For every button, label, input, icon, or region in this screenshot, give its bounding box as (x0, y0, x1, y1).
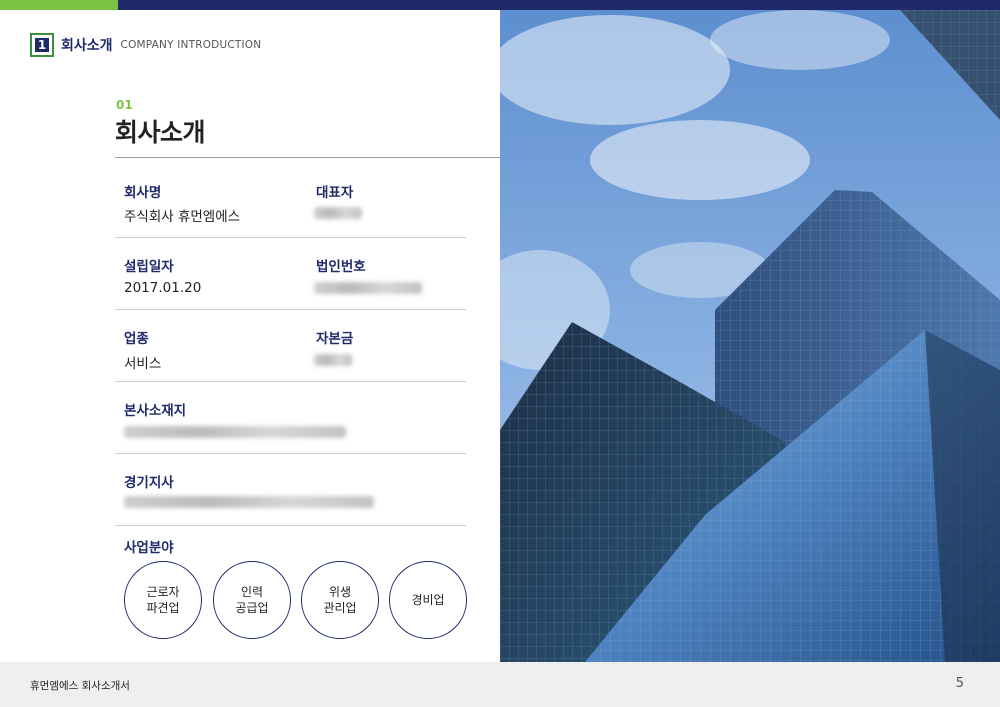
top-bar-navy-segment (118, 0, 1000, 10)
founded-value: 2017.01.20 (124, 280, 202, 296)
corp-number-label: 법인번호 (316, 259, 366, 275)
ceo-value-redacted (314, 207, 362, 219)
info-row-branch: 경기지사 (115, 454, 466, 526)
company-info-table: 회사명 주식회사 휴먼엠에스 대표자 설립일자 2017.01.20 법인번호 … (115, 158, 466, 526)
office-buildings-illustration (500, 10, 1000, 662)
business-field-circle: 경비업 (389, 561, 467, 639)
capital-value-redacted (314, 354, 352, 366)
footer-document-title: 휴먼엠에스 회사소개서 (30, 680, 130, 692)
section-title: 회사소개 (115, 118, 206, 147)
top-accent-bar (0, 0, 1000, 10)
business-field-circle: 근로자 파견업 (124, 561, 202, 639)
page-footer: 휴먼엠에스 회사소개서 5 (0, 662, 1000, 707)
branch-label: 경기지사 (124, 475, 174, 491)
business-field-circle: 위생 관리업 (301, 561, 379, 639)
company-name-value: 주식회사 휴먼엠에스 (124, 209, 241, 225)
chapter-badge: 1 (30, 33, 54, 57)
industry-value: 서비스 (124, 356, 162, 372)
info-row-headquarters: 본사소재지 (115, 382, 466, 454)
founded-label: 설립일자 (124, 259, 174, 275)
header-title-english: COMPANY INTRODUCTION (120, 39, 262, 51)
chapter-badge-number: 1 (35, 38, 49, 52)
ceo-label: 대표자 (316, 185, 354, 201)
headquarters-address-redacted (124, 426, 346, 438)
office-buildings-photo (500, 10, 1000, 662)
business-field-circle: 인력 공급업 (213, 561, 291, 639)
top-bar-green-segment (0, 0, 118, 10)
page-number: 5 (955, 676, 964, 691)
branch-address-redacted (124, 496, 374, 508)
info-row-founded: 설립일자 2017.01.20 법인번호 (115, 238, 466, 310)
business-fields-label: 사업분야 (124, 540, 174, 556)
industry-label: 업종 (124, 331, 149, 347)
corp-number-redacted (314, 282, 422, 294)
capital-label: 자본금 (316, 331, 354, 347)
section-number: 01 (116, 98, 133, 112)
headquarters-label: 본사소재지 (124, 403, 187, 419)
page-header: 1 회사소개 COMPANY INTRODUCTION (30, 32, 261, 58)
info-row-industry: 업종 서비스 자본금 (115, 310, 466, 382)
header-title-korean: 회사소개 (61, 38, 113, 54)
company-name-label: 회사명 (124, 185, 162, 201)
info-row-company: 회사명 주식회사 휴먼엠에스 대표자 (115, 158, 466, 238)
